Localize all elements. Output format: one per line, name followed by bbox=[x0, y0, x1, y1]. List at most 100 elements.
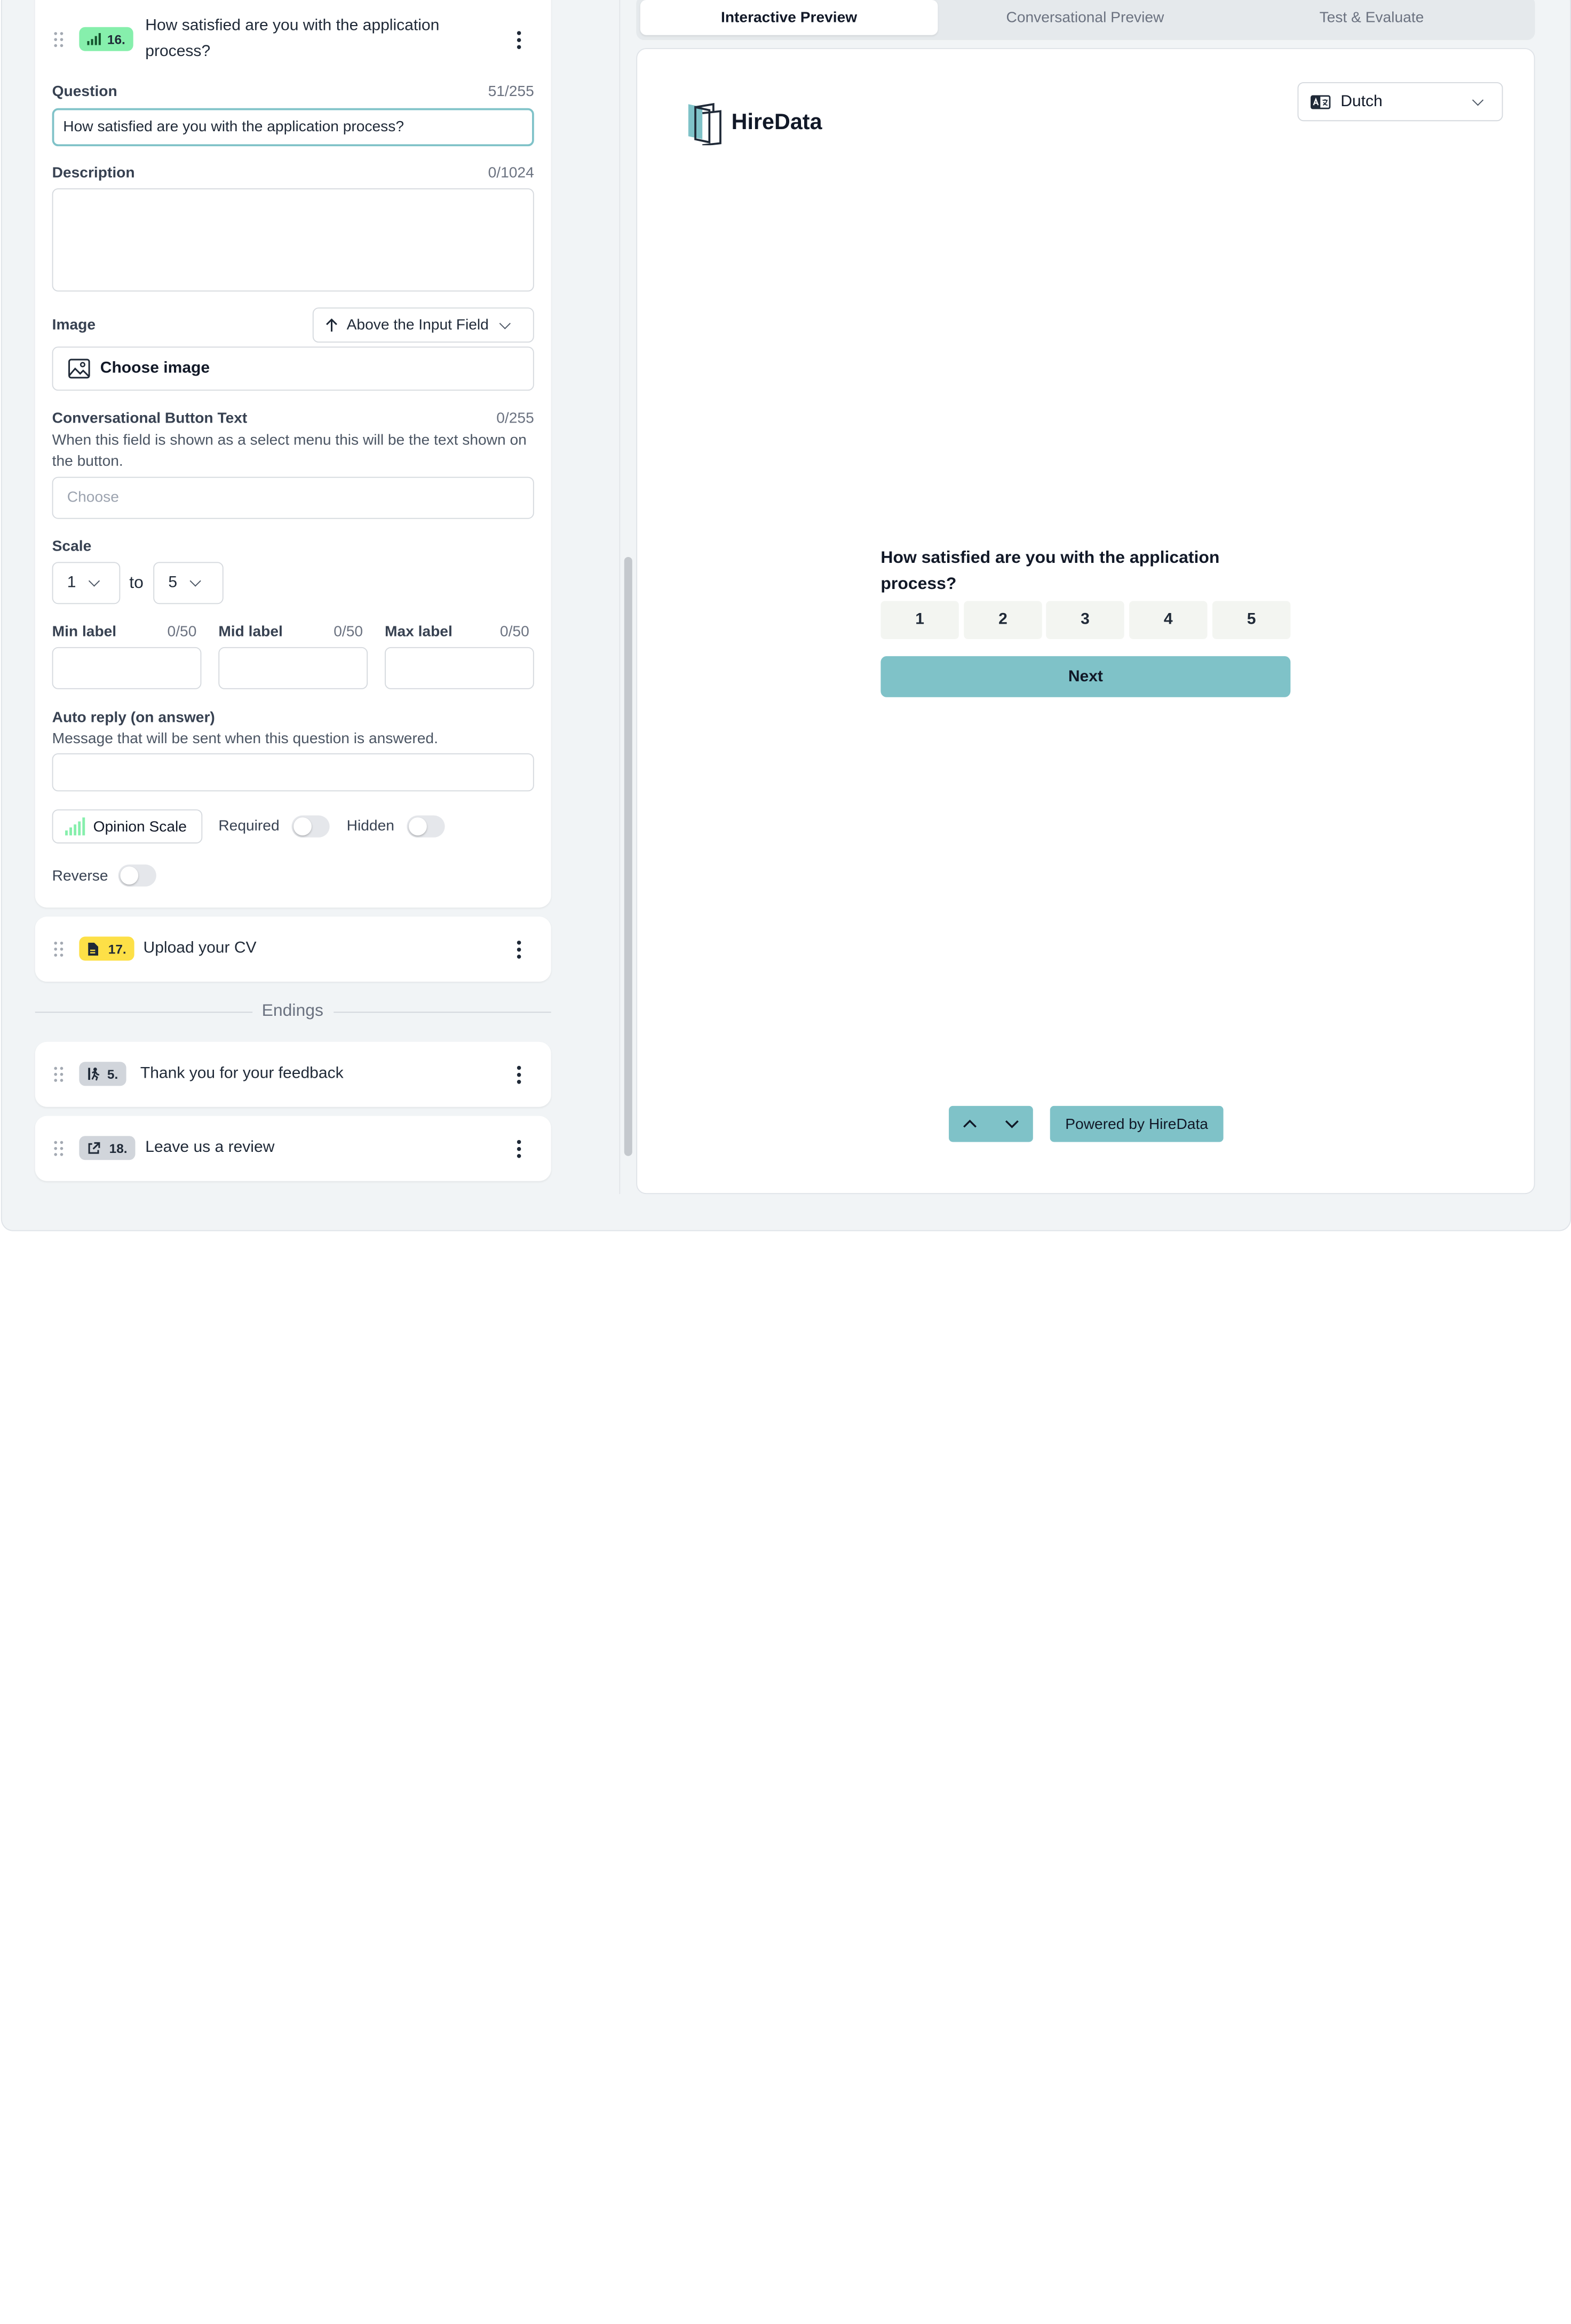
question-number-badge: 17. bbox=[79, 936, 134, 961]
preview-nav-group bbox=[949, 1105, 1033, 1142]
ending-runner-icon bbox=[88, 1067, 100, 1081]
scale-option-3[interactable]: 3 bbox=[1046, 601, 1124, 639]
drag-handle-icon[interactable] bbox=[54, 1067, 64, 1083]
ending-menu-icon[interactable] bbox=[516, 1065, 522, 1084]
scale-option-4[interactable]: 4 bbox=[1129, 601, 1208, 639]
ending-number-badge: 5. bbox=[79, 1062, 126, 1086]
ending-number: 18. bbox=[109, 1140, 128, 1156]
question-number: 17. bbox=[108, 941, 126, 957]
scale-to-value: 5 bbox=[168, 574, 178, 591]
next-button-label: Next bbox=[1068, 667, 1103, 685]
chevron-down-icon bbox=[499, 317, 511, 329]
endings-divider-line bbox=[35, 1012, 253, 1013]
language-value: Dutch bbox=[1340, 92, 1383, 110]
ending-card-thank-you[interactable]: 5. Thank you for your feedback bbox=[35, 1041, 551, 1107]
auto-reply-input[interactable] bbox=[52, 753, 534, 792]
ending-title: Leave us a review bbox=[145, 1139, 275, 1156]
chevron-down-icon bbox=[1005, 1120, 1019, 1128]
description-textarea[interactable] bbox=[52, 188, 534, 292]
next-button[interactable]: Next bbox=[880, 656, 1291, 697]
scale-to-select[interactable]: 5 bbox=[153, 562, 224, 604]
endings-divider-line bbox=[334, 1012, 551, 1013]
max-label-count: 0/50 bbox=[499, 623, 529, 640]
question-card-opinion-scale: 16. How satisfied are you with the appli… bbox=[35, 0, 551, 908]
question-type-button[interactable]: Opinion Scale bbox=[52, 809, 203, 843]
required-label: Required bbox=[218, 817, 280, 835]
ending-title: Thank you for your feedback bbox=[140, 1064, 344, 1082]
max-label-label: Max label bbox=[384, 623, 453, 640]
auto-reply-label: Auto reply (on answer) bbox=[52, 709, 215, 727]
question-menu-icon[interactable] bbox=[516, 941, 522, 959]
scale-option-5[interactable]: 5 bbox=[1212, 601, 1291, 639]
description-count: 0/1024 bbox=[488, 164, 534, 181]
question-count: 51/255 bbox=[488, 83, 534, 100]
auto-reply-hint: Message that will be sent when this ques… bbox=[52, 730, 438, 747]
file-icon bbox=[88, 942, 99, 956]
conv-button-input[interactable]: Choose bbox=[52, 476, 534, 519]
arrow-up-icon bbox=[326, 318, 337, 331]
question-title[interactable]: How satisfied are you with the applicati… bbox=[145, 13, 466, 65]
question-label: Question bbox=[52, 83, 117, 100]
drag-handle-icon[interactable] bbox=[54, 1141, 64, 1157]
chevron-up-icon bbox=[963, 1119, 977, 1128]
image-position-select[interactable]: Above the Input Field bbox=[312, 307, 534, 343]
mid-label-label: Mid label bbox=[218, 623, 283, 640]
previous-button[interactable] bbox=[949, 1106, 991, 1142]
choose-image-label: Choose image bbox=[100, 360, 210, 377]
question-card-upload-cv[interactable]: 17. Upload your CV bbox=[35, 917, 551, 982]
question-type-label: Opinion Scale bbox=[93, 818, 187, 835]
description-label: Description bbox=[52, 164, 135, 181]
scrollbar-thumb[interactable] bbox=[624, 556, 632, 1156]
external-link-icon bbox=[88, 1141, 100, 1153]
powered-by-label: Powered by HireData bbox=[1065, 1115, 1208, 1133]
min-label-count: 0/50 bbox=[167, 623, 197, 640]
ending-number-badge: 18. bbox=[79, 1136, 136, 1160]
app-canvas: 16. How satisfied are you with the appli… bbox=[0, 0, 1571, 1238]
question-input[interactable]: How satisfied are you with the applicati… bbox=[52, 108, 534, 147]
chevron-down-icon bbox=[189, 575, 201, 587]
reverse-toggle[interactable] bbox=[118, 864, 156, 887]
min-label-label: Min label bbox=[52, 623, 117, 640]
conv-button-hint: When this field is shown as a select men… bbox=[52, 432, 527, 470]
scale-from-value: 1 bbox=[67, 574, 76, 591]
opinion-scale-icon bbox=[65, 817, 85, 835]
hidden-toggle[interactable] bbox=[407, 815, 445, 838]
conv-button-count: 0/255 bbox=[496, 409, 534, 427]
hiredata-logo-icon bbox=[688, 103, 721, 146]
image-label: Image bbox=[52, 316, 96, 334]
min-label-input[interactable] bbox=[52, 647, 202, 689]
tab-interactive-preview[interactable]: Interactive Preview bbox=[640, 0, 938, 35]
powered-by-badge[interactable]: Powered by HireData bbox=[1050, 1105, 1224, 1142]
question-menu-icon[interactable] bbox=[516, 31, 522, 50]
tab-conversational-preview[interactable]: Conversational Preview bbox=[942, 0, 1228, 35]
next-question-button[interactable] bbox=[991, 1106, 1033, 1142]
mid-label-count: 0/50 bbox=[334, 623, 363, 640]
brand-name: HireData bbox=[731, 109, 822, 134]
scale-option-1[interactable]: 1 bbox=[880, 601, 959, 639]
chevron-down-icon bbox=[1472, 94, 1484, 106]
scale-label: Scale bbox=[52, 538, 92, 555]
conv-button-label: Conversational Button Text bbox=[52, 409, 248, 427]
scale-to-label: to bbox=[129, 572, 144, 592]
opinion-scale-icon bbox=[87, 33, 101, 45]
language-select[interactable]: Dutch bbox=[1297, 82, 1503, 122]
scale-from-select[interactable]: 1 bbox=[52, 562, 121, 604]
scale-option-2[interactable]: 2 bbox=[964, 601, 1042, 639]
question-number: 16. bbox=[107, 31, 125, 47]
tab-label: Conversational Preview bbox=[1006, 9, 1164, 26]
image-position-value: Above the Input Field bbox=[346, 316, 489, 334]
ending-card-review[interactable]: 18. Leave us a review bbox=[35, 1116, 551, 1181]
ending-menu-icon[interactable] bbox=[516, 1140, 522, 1158]
question-title: Upload your CV bbox=[143, 940, 257, 957]
drag-handle-icon[interactable] bbox=[54, 941, 64, 958]
question-input-value: How satisfied are you with the applicati… bbox=[63, 118, 404, 136]
image-icon bbox=[68, 359, 90, 379]
choose-image-button[interactable]: Choose image bbox=[52, 346, 534, 391]
language-icon bbox=[1310, 94, 1331, 109]
required-toggle[interactable] bbox=[291, 815, 330, 838]
tab-test-evaluate[interactable]: Test & Evaluate bbox=[1228, 0, 1515, 35]
tab-label: Interactive Preview bbox=[720, 9, 858, 26]
drag-handle-icon[interactable] bbox=[54, 32, 64, 48]
max-label-input[interactable] bbox=[384, 647, 534, 689]
mid-label-input[interactable] bbox=[218, 647, 368, 689]
